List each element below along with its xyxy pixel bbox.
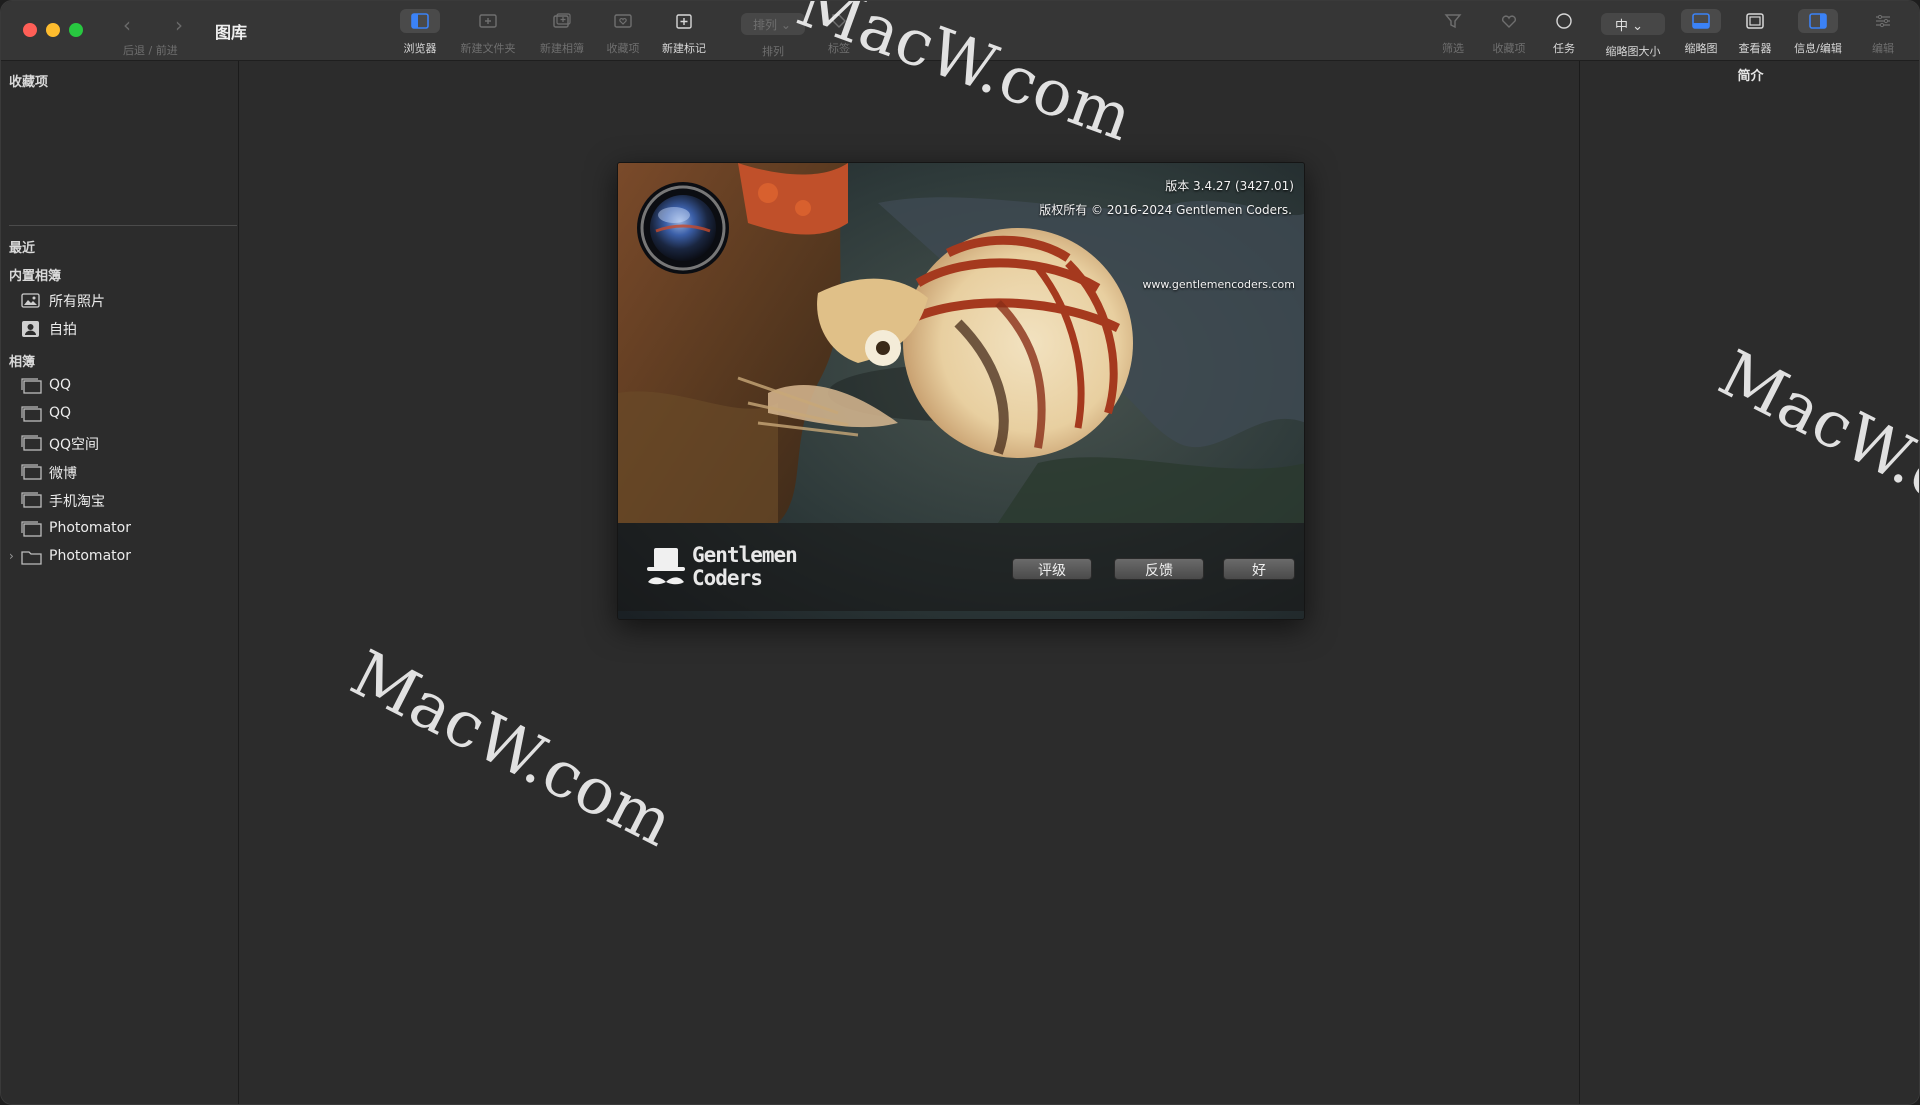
filter-icon: [1433, 9, 1473, 33]
favorites-heading[interactable]: 收藏项: [9, 71, 48, 90]
album-icon: [21, 378, 42, 398]
sidebar-item-all-photos[interactable]: 所有照片: [21, 289, 231, 313]
album-icon: [21, 464, 42, 484]
folder-plus-icon: [468, 9, 508, 33]
favorite-folder-icon: [603, 9, 643, 33]
portrait-icon: [21, 320, 41, 342]
filter-button[interactable]: 筛选: [1433, 9, 1473, 57]
inspector-toggle-icon: [1798, 9, 1838, 33]
thumbnail-size-dropdown[interactable]: 中 ⌄: [1601, 13, 1665, 35]
recent-heading[interactable]: 最近: [9, 237, 35, 256]
gentleman-hat-icon: [644, 546, 690, 596]
thumbnail-size-label-holder: 缩略图大小: [1605, 45, 1661, 58]
albums-heading[interactable]: 相簿: [9, 351, 35, 370]
inspector-title[interactable]: 简介: [1580, 65, 1919, 84]
builtin-albums-heading[interactable]: 内置相簿: [9, 265, 61, 284]
thumbnail-view-icon: [1681, 9, 1721, 33]
favorites-filter-button[interactable]: 收藏项: [1487, 9, 1531, 57]
chevron-left-icon[interactable]: ‹: [123, 13, 131, 37]
new-tag-button[interactable]: 新建标记: [657, 9, 711, 57]
chevron-right-icon[interactable]: ›: [9, 549, 14, 563]
chevron-down-icon: ⌄: [1632, 19, 1644, 34]
page-title: 图库: [215, 23, 248, 42]
zoom-window-button[interactable]: [69, 23, 83, 37]
sidebar-item-album[interactable]: Photomator: [21, 518, 231, 542]
version-text: 版本 3.4.27 (3427.01): [1165, 179, 1294, 193]
sidebar-item-album[interactable]: QQ: [21, 403, 231, 427]
tag-plus-icon: [664, 9, 704, 33]
copyright-text: 版权所有 © 2016-2024 Gentlemen Coders.: [1039, 203, 1292, 217]
new-folder-button[interactable]: 新建文件夹: [453, 9, 523, 57]
album-icon: [21, 492, 42, 512]
sidebar-divider: [9, 225, 237, 226]
inspector-panel: 简介: [1579, 61, 1919, 1104]
favorite-button[interactable]: 收藏项: [601, 9, 645, 57]
edit-button[interactable]: 编辑: [1863, 9, 1903, 57]
sidebar-item-album[interactable]: QQ: [21, 375, 231, 399]
heart-icon: [1489, 9, 1529, 33]
folder-icon: [21, 549, 42, 569]
rate-button[interactable]: 评级: [1012, 558, 1092, 580]
back-forward-group: ‹ › 后退 / 前进: [117, 11, 197, 57]
album-plus-icon: [542, 9, 582, 33]
brand-logo-text: Gentlemen Coders: [692, 543, 798, 590]
tasks-button[interactable]: 任务: [1544, 9, 1584, 57]
photos-icon: [21, 292, 41, 313]
info-edit-button[interactable]: 信息/编辑: [1787, 9, 1849, 57]
sidebar-item-album[interactable]: 手机淘宝: [21, 489, 231, 513]
viewer-icon: [1735, 9, 1775, 33]
sidebar-toggle-icon: [400, 9, 440, 33]
new-album-button[interactable]: 新建相簿: [534, 9, 590, 57]
sidebar-item-album[interactable]: QQ空间: [21, 432, 231, 456]
feedback-button[interactable]: 反馈: [1114, 558, 1204, 580]
sidebar-item-selfie[interactable]: 自拍: [21, 317, 231, 341]
viewer-button[interactable]: 查看器: [1733, 9, 1777, 57]
minimize-window-button[interactable]: [46, 23, 60, 37]
thumbnails-view-button[interactable]: 缩略图: [1679, 9, 1723, 57]
chevron-right-icon[interactable]: ›: [175, 13, 183, 37]
browser-button[interactable]: 浏览器: [399, 9, 441, 57]
album-icon: [21, 521, 42, 541]
sort-label-holder: 排列: [762, 45, 784, 58]
about-dialog: 版本 3.4.27 (3427.01) 版权所有 © 2016-2024 Gen…: [617, 162, 1305, 620]
album-icon: [21, 435, 42, 455]
website-link[interactable]: www.gentlemencoders.com: [1142, 278, 1295, 291]
app-window: ‹ › 后退 / 前进 图库 浏览器 新建文件夹 新建相簿 收藏项 新建标记 排…: [0, 0, 1920, 1105]
close-window-button[interactable]: [23, 23, 37, 37]
circle-icon: [1544, 9, 1584, 33]
album-icon: [21, 406, 42, 426]
sidebar-item-folder[interactable]: › Photomator: [9, 546, 231, 570]
ok-button[interactable]: 好: [1223, 558, 1295, 580]
sidebar-item-album[interactable]: 微博: [21, 461, 231, 485]
sidebar: 收藏项 最近 内置相簿 所有照片 自拍 相簿 QQ QQ QQ空间 微博 手机淘…: [1, 61, 239, 1104]
back-forward-label: 后退 / 前进: [123, 44, 178, 57]
sliders-icon: [1863, 9, 1903, 33]
